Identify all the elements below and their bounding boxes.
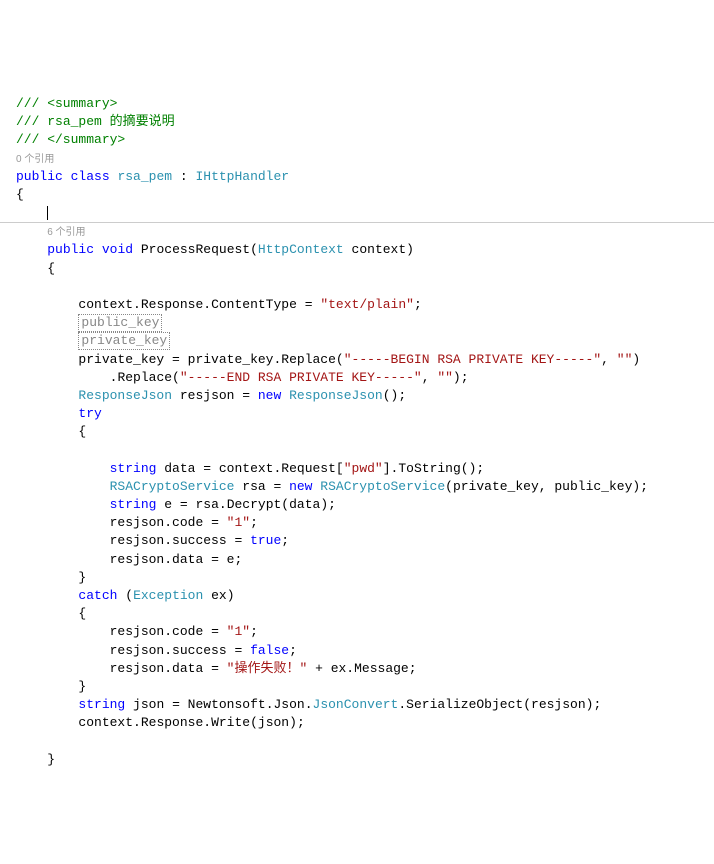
ident-private-key: private_key: [188, 352, 274, 367]
ident-context: context: [78, 297, 133, 312]
ident-tostring: ToString: [398, 461, 460, 476]
open-brace: {: [78, 606, 86, 621]
string-one: "1": [227, 624, 250, 639]
ident-json-ns: Json: [274, 697, 305, 712]
ident-newtonsoft: Newtonsoft: [188, 697, 266, 712]
codelens-refs-0[interactable]: 0 个引用: [16, 154, 54, 165]
type-jsonconvert: JsonConvert: [313, 697, 399, 712]
open-brace: {: [47, 261, 55, 276]
ident-ex: ex: [211, 588, 227, 603]
codelens-refs-6[interactable]: 6 个引用: [47, 227, 85, 238]
kw-new: new: [258, 388, 281, 403]
ident-replace: Replace: [281, 352, 336, 367]
xml-doc-prefix: ///: [16, 114, 47, 129]
colon: :: [172, 169, 195, 184]
ident-write: Write: [211, 715, 250, 730]
xml-doc-summary-close: /// </summary>: [16, 132, 125, 147]
ident-private-key: private_key: [453, 479, 539, 494]
close-brace: }: [78, 570, 86, 585]
ident-context: context: [219, 461, 274, 476]
kw-void: void: [102, 242, 133, 257]
ident-private-key: private_key: [78, 352, 164, 367]
close-brace: }: [78, 679, 86, 694]
ident-rsa: rsa: [195, 497, 218, 512]
ident-resjson: resjson: [110, 552, 165, 567]
kw-string: string: [110, 497, 157, 512]
type-responsejson: ResponseJson: [78, 388, 172, 403]
method-processrequest: ProcessRequest: [141, 242, 250, 257]
kw-public: public: [16, 169, 63, 184]
ident-contenttype: ContentType: [211, 297, 297, 312]
ident-resjson: resjson: [180, 388, 235, 403]
string-failmsg: "操作失败！": [227, 661, 308, 676]
ident-response: Response: [141, 715, 203, 730]
ident-ex: ex: [331, 661, 347, 676]
code-editor[interactable]: /// <summary> /// rsa_pem 的摘要说明 /// </su…: [0, 73, 714, 773]
xml-doc-summary-open: /// <summary>: [16, 96, 117, 111]
ident-data-prop: data: [172, 552, 203, 567]
ident-message: Message: [354, 661, 409, 676]
type-httpcontext: HttpContext: [258, 242, 344, 257]
region-divider: [0, 222, 714, 223]
string-empty: "": [437, 370, 453, 385]
string-endkey: "-----END RSA PRIVATE KEY-----": [180, 370, 422, 385]
ident-serializeobject: SerializeObject: [406, 697, 523, 712]
open-brace: {: [78, 424, 86, 439]
ident-response: Response: [141, 297, 203, 312]
xml-doc-text: rsa_pem 的摘要说明: [47, 114, 174, 129]
placeholder-private-key[interactable]: private_key: [78, 332, 170, 350]
string-empty: "": [617, 352, 633, 367]
string-beginkey: "-----BEGIN RSA PRIVATE KEY-----": [344, 352, 601, 367]
ident-json: json: [133, 697, 164, 712]
string-pwd: "pwd": [344, 461, 383, 476]
string-one: "1": [227, 515, 250, 530]
ident-decrypt: Decrypt: [227, 497, 282, 512]
kw-new: new: [289, 479, 312, 494]
kw-true: true: [250, 533, 281, 548]
ident-context: context: [78, 715, 133, 730]
kw-class: class: [71, 169, 110, 184]
ident-json: json: [258, 715, 289, 730]
type-rsa-pem: rsa_pem: [117, 169, 172, 184]
kw-try: try: [78, 406, 101, 421]
kw-string: string: [110, 461, 157, 476]
ident-code: code: [172, 515, 203, 530]
ident-rsa: rsa: [242, 479, 265, 494]
type-exception: Exception: [133, 588, 203, 603]
kw-false: false: [250, 643, 289, 658]
ident-e: e: [164, 497, 172, 512]
ident-success: success: [172, 643, 227, 658]
open-brace: {: [16, 187, 24, 202]
close-brace: }: [47, 752, 55, 767]
placeholder-public-key[interactable]: public_key: [78, 314, 162, 332]
ident-resjson: resjson: [531, 697, 586, 712]
type-ihttphandler: IHttpHandler: [195, 169, 289, 184]
kw-string: string: [78, 697, 125, 712]
text-cursor: [47, 206, 48, 220]
ident-data: data: [289, 497, 320, 512]
param-context: context: [352, 242, 407, 257]
ident-data: data: [164, 461, 195, 476]
kw-catch: catch: [78, 588, 117, 603]
ident-code: code: [172, 624, 203, 639]
ident-resjson: resjson: [110, 661, 165, 676]
string-textplain: "text/plain": [320, 297, 414, 312]
kw-public: public: [47, 242, 94, 257]
ident-resjson: resjson: [110, 624, 165, 639]
ident-request: Request: [281, 461, 336, 476]
ident-success: success: [172, 533, 227, 548]
ident-resjson: resjson: [110, 515, 165, 530]
ident-resjson: resjson: [110, 533, 165, 548]
type-responsejson: ResponseJson: [289, 388, 383, 403]
ident-resjson: resjson: [110, 643, 165, 658]
type-rsacryptoservice: RSACryptoService: [110, 479, 235, 494]
ident-replace: Replace: [117, 370, 172, 385]
type-rsacryptoservice: RSACryptoService: [320, 479, 445, 494]
ident-public-key: public_key: [554, 479, 632, 494]
ident-data-prop: data: [172, 661, 203, 676]
